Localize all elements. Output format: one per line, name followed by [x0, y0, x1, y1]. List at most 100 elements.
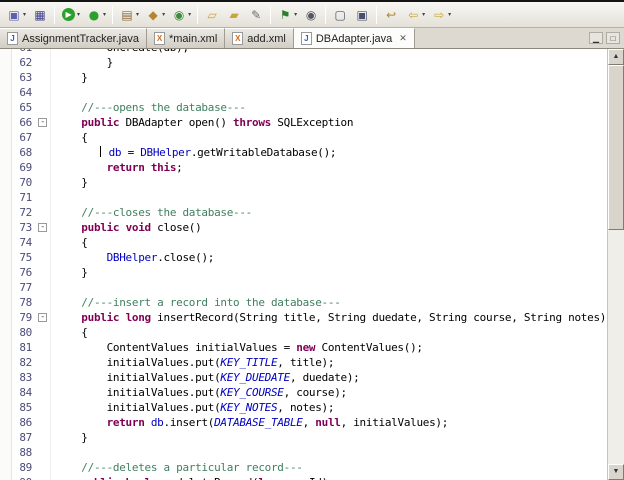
code-line-85[interactable]: 85 initialValues.put(KEY_NOTES, notes); — [12, 400, 607, 415]
code-line-77[interactable]: 77 — [12, 280, 607, 295]
new-java-project-icon-dropdown[interactable]: ▾ — [136, 11, 139, 18]
tab-main-xml[interactable]: X *main.xml — [146, 28, 226, 48]
save-icon[interactable]: ▦ — [29, 4, 51, 25]
code-editor[interactable]: 61 onCreate(db);62 }63 }6465 //---opens … — [0, 49, 624, 480]
scrollbar-thumb[interactable] — [608, 65, 624, 230]
code-line-88[interactable]: 88 — [12, 445, 607, 460]
search-icon: ◉ — [305, 7, 317, 22]
new-java-project-icon[interactable]: ▤ ▾ — [116, 4, 142, 25]
fold-gutter — [36, 445, 51, 460]
editor-tabs: J AssignmentTracker.java X *main.xml Xadd.xm… — [0, 28, 415, 48]
code-line-71[interactable]: 71 — [12, 190, 607, 205]
new-wizard-icon-dropdown[interactable]: ▾ — [23, 11, 26, 18]
fold-minus-icon[interactable]: - — [38, 118, 47, 127]
edit-annotations-icon[interactable]: ✎ — [245, 4, 267, 25]
tab-assignmenttracker-java[interactable]: J AssignmentTracker.java — [0, 28, 147, 48]
code-line-82[interactable]: 82 initialValues.put(KEY_TITLE, title); — [12, 355, 607, 370]
import-icon: ▰ — [229, 7, 239, 22]
tab-dbadapter-java[interactable]: J DBAdapter.java ✕ — [293, 28, 415, 48]
code-line-86[interactable]: 86 return db.insert(DATABASE_TABLE, null… — [12, 415, 607, 430]
scroll-up-button[interactable]: ▲ — [608, 49, 624, 65]
forward-icon[interactable]: ⇨ ▾ — [428, 4, 454, 25]
code-line-76[interactable]: 76 } — [12, 265, 607, 280]
line-number: 63 — [19, 71, 32, 84]
new-package-icon: ◆ — [148, 7, 158, 22]
code-line-72[interactable]: 72 //---closes the database--- — [12, 205, 607, 220]
tab-close-button[interactable]: ✕ — [399, 33, 407, 44]
fold-collapse-marker[interactable]: - — [36, 115, 51, 130]
tab-label: *main.xml — [168, 32, 218, 45]
code-text: //---closes the database--- — [81, 206, 253, 219]
code-line-74[interactable]: 74 { — [12, 235, 607, 250]
code-line-65[interactable]: 65 //---opens the database--- — [12, 100, 607, 115]
annotation-ruler[interactable] — [0, 49, 12, 480]
code-area[interactable]: 61 onCreate(db);62 }63 }6465 //---opens … — [12, 49, 607, 480]
debug-icon-dropdown[interactable]: ▾ — [103, 11, 106, 18]
code-line-79[interactable]: 79- public long insertRecord(String titl… — [12, 310, 607, 325]
code-text: return db.insert(DATABASE_TABLE, null, i… — [106, 416, 449, 429]
debug-icon[interactable]: ● ▾ — [83, 4, 109, 25]
code-line-83[interactable]: 83 initialValues.put(KEY_DUEDATE, duedat… — [12, 370, 607, 385]
fold-minus-icon[interactable]: - — [38, 223, 47, 232]
open-type-icon[interactable]: ▱ — [201, 4, 223, 25]
last-edit-location-icon[interactable]: ↩ — [380, 4, 402, 25]
code-line-75[interactable]: 75 DBHelper.close(); — [12, 250, 607, 265]
code-line-73[interactable]: 73- public void close() — [12, 220, 607, 235]
fold-minus-icon[interactable]: - — [38, 313, 47, 322]
fold-collapse-marker[interactable]: - — [36, 310, 51, 325]
back-icon-dropdown[interactable]: ▾ — [422, 11, 425, 18]
fold-gutter — [36, 85, 51, 100]
code-text: //---opens the database--- — [81, 101, 246, 114]
code-line-66[interactable]: 66- public DBAdapter open() throws SQLEx… — [12, 115, 607, 130]
fold-gutter — [36, 460, 51, 475]
line-number: 80 — [19, 326, 32, 339]
fold-gutter — [36, 385, 51, 400]
new-package-icon[interactable]: ◆ ▾ — [142, 4, 168, 25]
scroll-down-button[interactable]: ▼ — [608, 464, 624, 480]
new-class-icon[interactable]: ◉ ▾ — [168, 4, 194, 25]
line-number: 75 — [19, 251, 32, 264]
code-line-70[interactable]: 70 } — [12, 175, 607, 190]
code-line-80[interactable]: 80 { — [12, 325, 607, 340]
new-wizard-icon[interactable]: ▣ ▾ — [3, 4, 29, 25]
fold-gutter — [36, 265, 51, 280]
code-line-63[interactable]: 63 } — [12, 70, 607, 85]
code-line-84[interactable]: 84 initialValues.put(KEY_COURSE, course)… — [12, 385, 607, 400]
code-line-78[interactable]: 78 //---insert a record into the databas… — [12, 295, 607, 310]
code-line-90[interactable]: 90 public boolean deleteRecord(long rowI… — [12, 475, 607, 480]
code-text: db = DBHelper.getWritableDatabase(); — [51, 145, 607, 160]
fold-gutter — [36, 160, 51, 175]
external-tools-icon[interactable]: ⚑ ▾ — [274, 4, 300, 25]
import-icon[interactable]: ▰ — [223, 4, 245, 25]
java-editor-icon[interactable]: ▣ — [351, 4, 373, 25]
fold-collapse-marker[interactable]: - — [36, 220, 51, 235]
console-icon[interactable]: ▢ — [329, 4, 351, 25]
code-line-62[interactable]: 62 } — [12, 55, 607, 70]
code-line-87[interactable]: 87 } — [12, 430, 607, 445]
code-line-81[interactable]: 81 ContentValues initialValues = new Con… — [12, 340, 607, 355]
maximize-editor-button[interactable]: □ — [606, 32, 620, 44]
edit-annotations-icon: ✎ — [251, 7, 262, 22]
code-line-64[interactable]: 64 — [12, 85, 607, 100]
code-line-67[interactable]: 67 { — [12, 130, 607, 145]
run-icon[interactable]: ▶ ▾ — [58, 4, 83, 25]
vertical-scrollbar[interactable]: ▲ ▼ — [607, 49, 624, 480]
code-line-68[interactable]: 68 db = DBHelper.getWritableDatabase(); — [12, 145, 607, 160]
line-number: 89 — [19, 461, 32, 474]
code-text: ContentValues initialValues = new Conten… — [56, 341, 423, 354]
last-edit-location-icon: ↩ — [386, 7, 397, 22]
code-line-89[interactable]: 89 //---deletes a particular record--- — [12, 460, 607, 475]
minimize-editor-button[interactable]: ▁ — [589, 32, 603, 44]
run-icon-dropdown[interactable]: ▾ — [77, 11, 80, 18]
search-icon[interactable]: ◉ — [300, 4, 322, 25]
external-tools-icon-dropdown[interactable]: ▾ — [294, 11, 297, 18]
new-class-icon-dropdown[interactable]: ▾ — [188, 11, 191, 18]
new-package-icon-dropdown[interactable]: ▾ — [162, 11, 165, 18]
code-line-69[interactable]: 69 return this; — [12, 160, 607, 175]
line-number: 79 — [19, 311, 32, 324]
forward-icon-dropdown[interactable]: ▾ — [448, 11, 451, 18]
back-icon[interactable]: ⇦ ▾ — [402, 4, 428, 25]
fold-gutter — [36, 415, 51, 430]
tab-add-xml[interactable]: Xadd.xml — [225, 28, 294, 48]
